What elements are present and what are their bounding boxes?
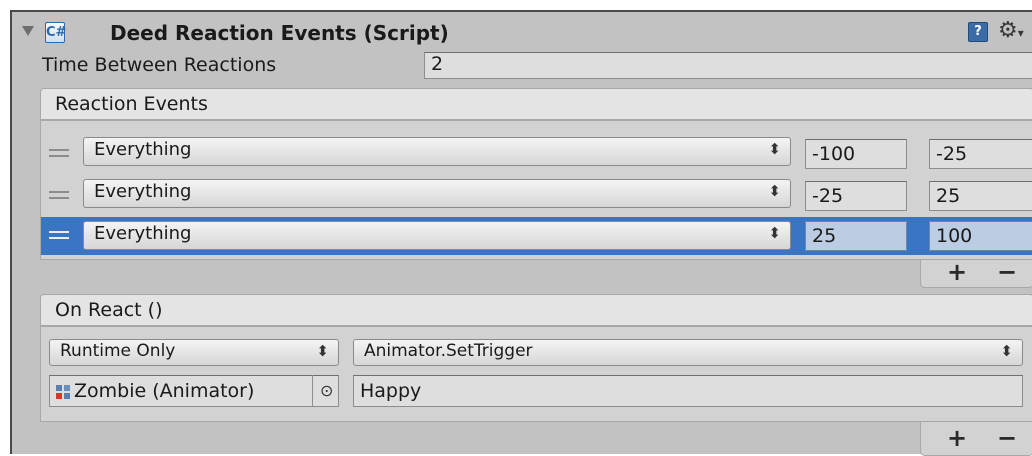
layer-mask-dropdown[interactable]: Everything ⬍ — [83, 179, 791, 208]
layer-mask-dropdown[interactable]: Everything ⬍ — [83, 137, 791, 166]
on-react-listeners: Runtime Only ⬍ Animator.SetTrigger ⬍ Zombi… — [40, 326, 1032, 422]
remove-button[interactable]: − — [997, 426, 1017, 450]
min-value-field[interactable]: -25 — [805, 181, 907, 211]
reaction-events-list-header: Reaction Events — [40, 88, 1032, 120]
list-item-selected[interactable]: Everything ⬍ 25 100 — [41, 217, 1032, 255]
drag-handle-icon[interactable] — [49, 231, 69, 239]
layer-mask-dropdown[interactable]: Everything ⬍ — [83, 221, 791, 250]
animator-icon — [56, 385, 70, 399]
component-title: Deed Reaction Events (Script) — [110, 21, 449, 45]
function-dropdown[interactable]: Animator.SetTrigger ⬍ — [353, 339, 1023, 366]
help-icon[interactable]: ? — [968, 22, 988, 42]
gear-icon[interactable]: ⚙▾ — [998, 18, 1024, 43]
drag-handle-icon[interactable] — [49, 191, 69, 199]
script-icon: C# — [45, 22, 66, 43]
max-value-field[interactable]: 25 — [929, 181, 1032, 211]
add-button[interactable]: + — [947, 426, 967, 450]
object-picker-icon[interactable]: ⊙ — [320, 381, 333, 400]
remove-button[interactable]: − — [997, 260, 1017, 284]
list-item[interactable]: Everything ⬍ -25 25 — [41, 169, 1032, 211]
reaction-events-label: Reaction Events — [55, 93, 208, 115]
target-object-field[interactable]: Zombie (Animator) ⊙ — [49, 375, 339, 407]
reaction-events-list: Everything ⬍ -100 -25 Everything ⬍ -25 25 … — [40, 120, 1032, 260]
call-state-dropdown[interactable]: Runtime Only ⬍ — [49, 339, 339, 366]
drag-handle-icon[interactable] — [49, 149, 69, 157]
on-react-event-header: On React () — [40, 294, 1032, 326]
min-value-field[interactable]: 25 — [805, 221, 907, 251]
max-value-field[interactable]: -25 — [929, 139, 1032, 169]
foldout-arrow-icon[interactable] — [22, 26, 34, 36]
argument-field[interactable]: Happy — [353, 375, 1023, 407]
reaction-events-footer: + − — [920, 260, 1032, 288]
inspector-component-panel: C# Deed Reaction Events (Script) ? ⚙▾ Ti… — [10, 10, 1032, 456]
time-between-reactions-field[interactable]: 2 — [424, 52, 1032, 79]
on-react-footer: + − — [920, 422, 1032, 456]
max-value-field[interactable]: 100 — [929, 221, 1032, 251]
time-between-reactions-label: Time Between Reactions — [42, 54, 277, 76]
list-item[interactable]: Everything ⬍ -100 -25 — [41, 127, 1032, 169]
min-value-field[interactable]: -100 — [805, 139, 907, 169]
on-react-label: On React () — [55, 299, 163, 321]
add-button[interactable]: + — [947, 260, 967, 284]
